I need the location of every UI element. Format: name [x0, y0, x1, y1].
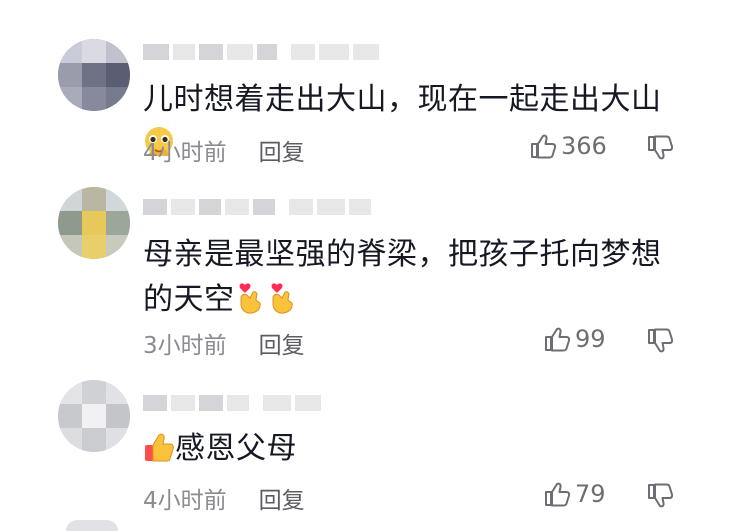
finger-heart-emoji-icon [239, 283, 261, 314]
like-count: 99 [575, 325, 606, 353]
comment-text-content: 母亲是最坚强的脊梁，把孩子托向梦想的天空 [143, 237, 662, 317]
username-blurred[interactable] [143, 393, 321, 413]
reply-button[interactable]: 回复 [259, 326, 305, 360]
thumbs-up-emoji-icon [145, 433, 174, 462]
thumbs-up-icon [531, 134, 557, 159]
comment-text: 感恩父母 [143, 426, 683, 471]
finger-heart-emoji-icon [271, 283, 293, 314]
comment-time: 4小时前 [143, 488, 227, 514]
avatar[interactable] [58, 380, 130, 452]
comment-time: 4小时前 [143, 140, 227, 166]
comment-time: 3小时前 [143, 333, 227, 359]
like-button[interactable]: 99 [543, 325, 606, 353]
comment-meta: 4小时前 回复 [143, 133, 305, 167]
reply-button[interactable]: 回复 [259, 481, 305, 515]
like-count: 366 [561, 132, 607, 160]
thumbs-down-icon[interactable] [646, 482, 674, 510]
next-avatar-peek [66, 520, 118, 531]
avatar[interactable] [58, 39, 130, 111]
thumbs-up-icon [545, 327, 571, 352]
like-button[interactable]: 366 [529, 132, 607, 160]
username-blurred[interactable] [143, 197, 371, 217]
like-button[interactable]: 79 [543, 480, 606, 508]
comment-text: 母亲是最坚强的脊梁，把孩子托向梦想的天空 [143, 232, 683, 322]
thumbs-down-icon[interactable] [646, 327, 674, 355]
comment-meta: 3小时前 回复 [143, 326, 305, 360]
username-blurred[interactable] [143, 42, 379, 62]
comment-text-content: 儿时想着走出大山，现在一起走出大山 [143, 82, 662, 117]
like-count: 79 [575, 480, 606, 508]
reply-button[interactable]: 回复 [259, 133, 305, 167]
thumbs-down-icon[interactable] [646, 134, 674, 162]
thumbs-up-icon [545, 482, 571, 507]
comment-text-content: 感恩父母 [175, 431, 297, 466]
avatar[interactable] [58, 187, 130, 259]
comment-meta: 4小时前 回复 [143, 481, 305, 515]
